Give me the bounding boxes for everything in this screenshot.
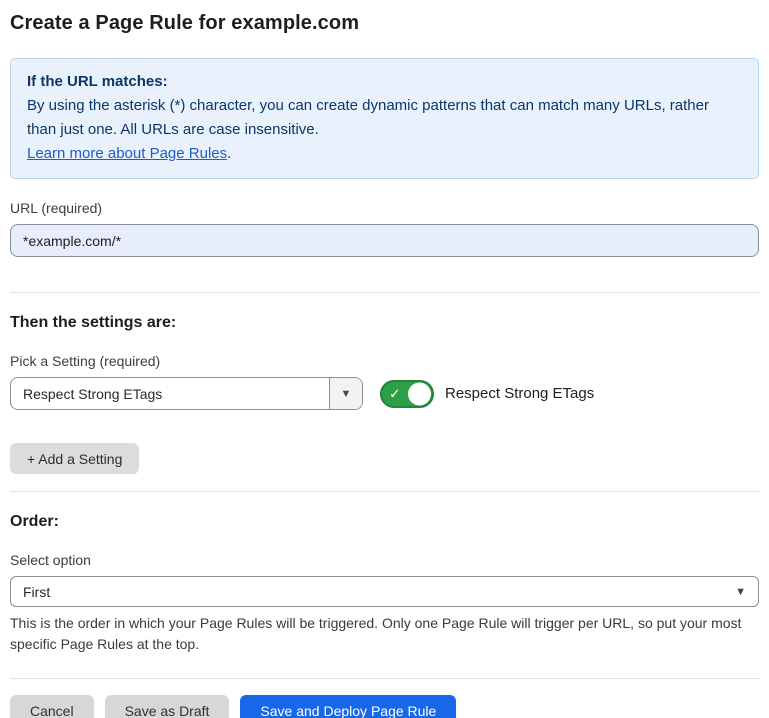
order-help-text: This is the order in which your Page Rul… xyxy=(10,613,759,655)
divider xyxy=(10,678,759,679)
add-setting-button[interactable]: + Add a Setting xyxy=(10,443,139,474)
order-select-label: Select option xyxy=(10,552,759,568)
save-as-draft-button[interactable]: Save as Draft xyxy=(105,695,230,718)
info-box-link-line: Learn more about Page Rules. xyxy=(27,142,742,166)
create-page-rule-form: Create a Page Rule for example.com If th… xyxy=(0,0,769,718)
url-matches-info-box: If the URL matches: By using the asteris… xyxy=(10,58,759,179)
toggle-label: Respect Strong ETags xyxy=(445,385,594,402)
page-title: Create a Page Rule for example.com xyxy=(10,12,759,35)
setting-toggle-group: ✓ Respect Strong ETags xyxy=(380,380,594,408)
footer-actions: Cancel Save as Draft Save and Deploy Pag… xyxy=(10,695,759,718)
save-and-deploy-button[interactable]: Save and Deploy Page Rule xyxy=(240,695,456,718)
order-select[interactable]: First ▼ xyxy=(10,576,759,607)
divider xyxy=(10,292,759,293)
order-select-value: First xyxy=(23,584,50,600)
divider xyxy=(10,491,759,492)
setting-dropdown-value: Respect Strong ETags xyxy=(11,378,329,409)
url-field-label: URL (required) xyxy=(10,200,759,216)
etags-toggle[interactable]: ✓ xyxy=(380,380,434,408)
pick-setting-label: Pick a Setting (required) xyxy=(10,353,759,369)
cancel-button[interactable]: Cancel xyxy=(10,695,94,718)
setting-dropdown-button[interactable]: ▼ xyxy=(329,378,362,409)
caret-down-icon: ▼ xyxy=(735,586,746,598)
learn-more-link[interactable]: Learn more about Page Rules xyxy=(27,145,227,162)
caret-down-icon: ▼ xyxy=(341,388,352,400)
info-box-heading: If the URL matches: xyxy=(27,70,742,94)
toggle-knob xyxy=(408,382,431,405)
order-section-heading: Order: xyxy=(10,513,759,531)
info-box-body: By using the asterisk (*) character, you… xyxy=(27,94,742,142)
setting-row: Respect Strong ETags ▼ ✓ Respect Strong … xyxy=(10,377,759,410)
settings-section-heading: Then the settings are: xyxy=(10,314,759,332)
link-suffix: . xyxy=(227,145,231,162)
setting-dropdown[interactable]: Respect Strong ETags ▼ xyxy=(10,377,363,410)
check-icon: ✓ xyxy=(389,386,401,400)
url-input[interactable] xyxy=(10,224,759,257)
